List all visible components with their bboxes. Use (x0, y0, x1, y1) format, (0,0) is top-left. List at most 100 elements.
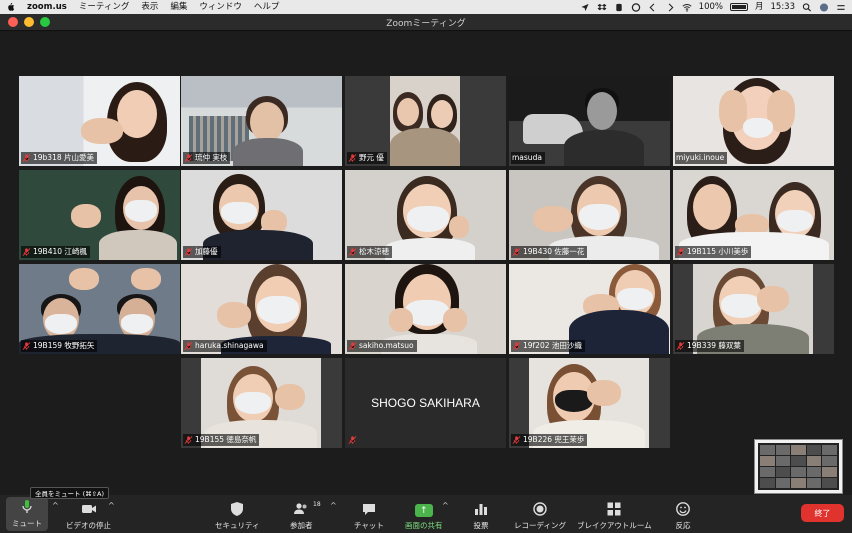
emoji-reaction-icon (676, 502, 690, 516)
participant-name: 19B159 牧野拓矢 (33, 341, 95, 350)
menu-view[interactable]: 表示 (141, 0, 158, 14)
spotlight-search-icon[interactable] (802, 2, 812, 12)
participant-name: 加藤優 (195, 247, 218, 256)
wifi-icon[interactable] (682, 3, 692, 12)
participant-tile[interactable]: 野元 優 (345, 76, 506, 166)
mic-muted-icon (22, 342, 31, 350)
participant-tile[interactable]: 19B115 小川美歩 (673, 170, 834, 260)
mic-muted-icon (22, 154, 31, 162)
participant-tile[interactable]: 19B410 江崎楓 (19, 170, 180, 260)
share-options-caret-icon[interactable]: ^ (442, 501, 449, 510)
evernote-icon[interactable] (614, 3, 624, 12)
control-center-icon[interactable] (836, 3, 846, 12)
participant-name: 松木涼穂 (359, 247, 389, 256)
mic-muted-icon (512, 342, 521, 350)
microphone-icon (22, 500, 32, 513)
apple-logo-icon[interactable] (6, 2, 15, 12)
chat-button[interactable]: チャット (354, 497, 384, 531)
mic-muted-icon (348, 436, 357, 444)
share-screen-label: 画面の共有 (405, 521, 443, 530)
stop-video-label: ビデオの停止 (66, 521, 111, 530)
participant-tile[interactable]: 松木涼穂 (345, 170, 506, 260)
participant-tile[interactable]: 19f202 池田沙織 (509, 264, 670, 354)
menu-window[interactable]: ウィンドウ (199, 0, 242, 14)
mic-muted-icon (512, 436, 521, 444)
breakout-rooms-button[interactable]: ブレイクアウトルーム (577, 497, 652, 531)
video-options-caret-icon[interactable]: ^ (108, 501, 115, 510)
mute-label: ミュート (12, 519, 42, 528)
participant-name: 19B155 徳島奈帆 (195, 435, 257, 444)
participant-tile[interactable]: masuda (509, 76, 670, 166)
participant-name: masuda (512, 153, 542, 162)
participant-tile[interactable]: miyuki.inoue (673, 76, 834, 166)
participant-name: sakiho.matsuo (359, 341, 414, 350)
participant-name: miyuki.inoue (676, 153, 725, 162)
audio-options-caret-icon[interactable]: ^ (52, 501, 59, 510)
participant-name: 19B410 江崎楓 (33, 247, 87, 256)
breakout-rooms-icon (607, 502, 621, 516)
creative-cloud-icon[interactable] (631, 2, 641, 12)
mic-muted-icon (22, 248, 31, 256)
participant-tile[interactable]: sakiho.matsuo (345, 264, 506, 354)
bracket-right-icon (668, 3, 674, 11)
window-title: Zoomミーティング (386, 18, 466, 29)
participant-display-name: SHOGO SAKIHARA (371, 396, 480, 410)
menu-day: 月 (754, 2, 764, 12)
user-avatar-icon[interactable] (819, 2, 829, 12)
stop-video-button[interactable]: ビデオの停止 (66, 497, 111, 531)
mic-muted-icon (184, 154, 193, 162)
participant-tile[interactable]: haruka.shinagawa (181, 264, 342, 354)
menu-clock[interactable]: 15:33 (771, 0, 796, 14)
participant-tile-video-off[interactable]: SHOGO SAKIHARA (345, 358, 506, 448)
battery-percent: 100% (698, 2, 723, 12)
participant-tile[interactable]: 19b318 片山愛美 (19, 76, 180, 166)
participant-tile[interactable]: 19B339 藤双葉 (673, 264, 834, 354)
mic-muted-icon (184, 248, 193, 256)
participant-name: 19f202 池田沙織 (523, 341, 582, 350)
menu-edit[interactable]: 編集 (170, 0, 187, 14)
macos-menu-bar: zoom.us ミーティング 表示 編集 ウィンドウ ヘルプ 100% 月 15… (0, 0, 852, 14)
mute-button[interactable]: ミュート (6, 497, 48, 531)
participant-tile[interactable]: 加藤優 (181, 170, 342, 260)
menu-help[interactable]: ヘルプ (254, 0, 280, 14)
mic-muted-icon (348, 248, 357, 256)
mic-muted-icon (184, 436, 193, 444)
record-label: レコーディング (514, 521, 566, 530)
participant-tile[interactable]: 19B155 徳島奈帆 (181, 358, 342, 448)
mic-muted-icon (512, 248, 521, 256)
reactions-label: 反応 (675, 521, 691, 530)
share-screen-button[interactable]: ↑ 画面の共有 (405, 497, 443, 531)
participants-count: 18 (313, 501, 321, 508)
bracket-left-icon (649, 3, 654, 11)
participant-tile[interactable]: 19B430 佐藤一花 (509, 170, 670, 260)
participant-name: 19b318 片山愛美 (33, 153, 95, 162)
participant-name: 19B430 佐藤一花 (523, 247, 585, 256)
mic-muted-icon (348, 154, 357, 162)
end-meeting-button[interactable]: 終了 (801, 504, 844, 522)
shield-icon (231, 502, 244, 516)
menu-app-name[interactable]: zoom.us (27, 0, 67, 14)
record-button[interactable]: レコーディング (514, 497, 566, 531)
dropbox-icon[interactable] (597, 3, 607, 12)
security-button[interactable]: セキュリティ (215, 497, 260, 531)
participants-button[interactable]: 参加者 (290, 497, 313, 531)
participants-label: 参加者 (290, 521, 313, 530)
polling-label: 投票 (473, 521, 489, 530)
menu-meeting[interactable]: ミーティング (79, 0, 130, 14)
gallery-view: 19b318 片山愛美 琉仲 実枝 野元 優 masuda miyuki.ino… (0, 32, 852, 495)
participant-tile[interactable]: 19B159 牧野拓矢 (19, 264, 180, 354)
security-label: セキュリティ (215, 521, 260, 530)
participant-name: 野元 優 (359, 153, 384, 162)
participant-tile-active-speaker[interactable]: 琉仲 実枝 (181, 76, 342, 166)
self-view-thumbnail[interactable] (754, 439, 843, 494)
mic-muted-icon (676, 248, 685, 256)
participant-name: 19B226 兜王茉歩 (523, 435, 585, 444)
reactions-button[interactable]: 反応 (674, 497, 692, 531)
participant-tile[interactable]: 19B226 兜王茉歩 (509, 358, 670, 448)
thumbnail-grid (758, 443, 839, 490)
participants-options-caret-icon[interactable]: ^ (330, 501, 337, 510)
battery-icon[interactable] (729, 3, 748, 11)
meeting-toolbar: ミュート ^ ビデオの停止 ^ セキュリティ 参加者 18 ^ チャット ↑ 画… (0, 495, 852, 533)
mic-muted-icon (184, 342, 193, 350)
polling-button[interactable]: 投票 (472, 497, 490, 531)
